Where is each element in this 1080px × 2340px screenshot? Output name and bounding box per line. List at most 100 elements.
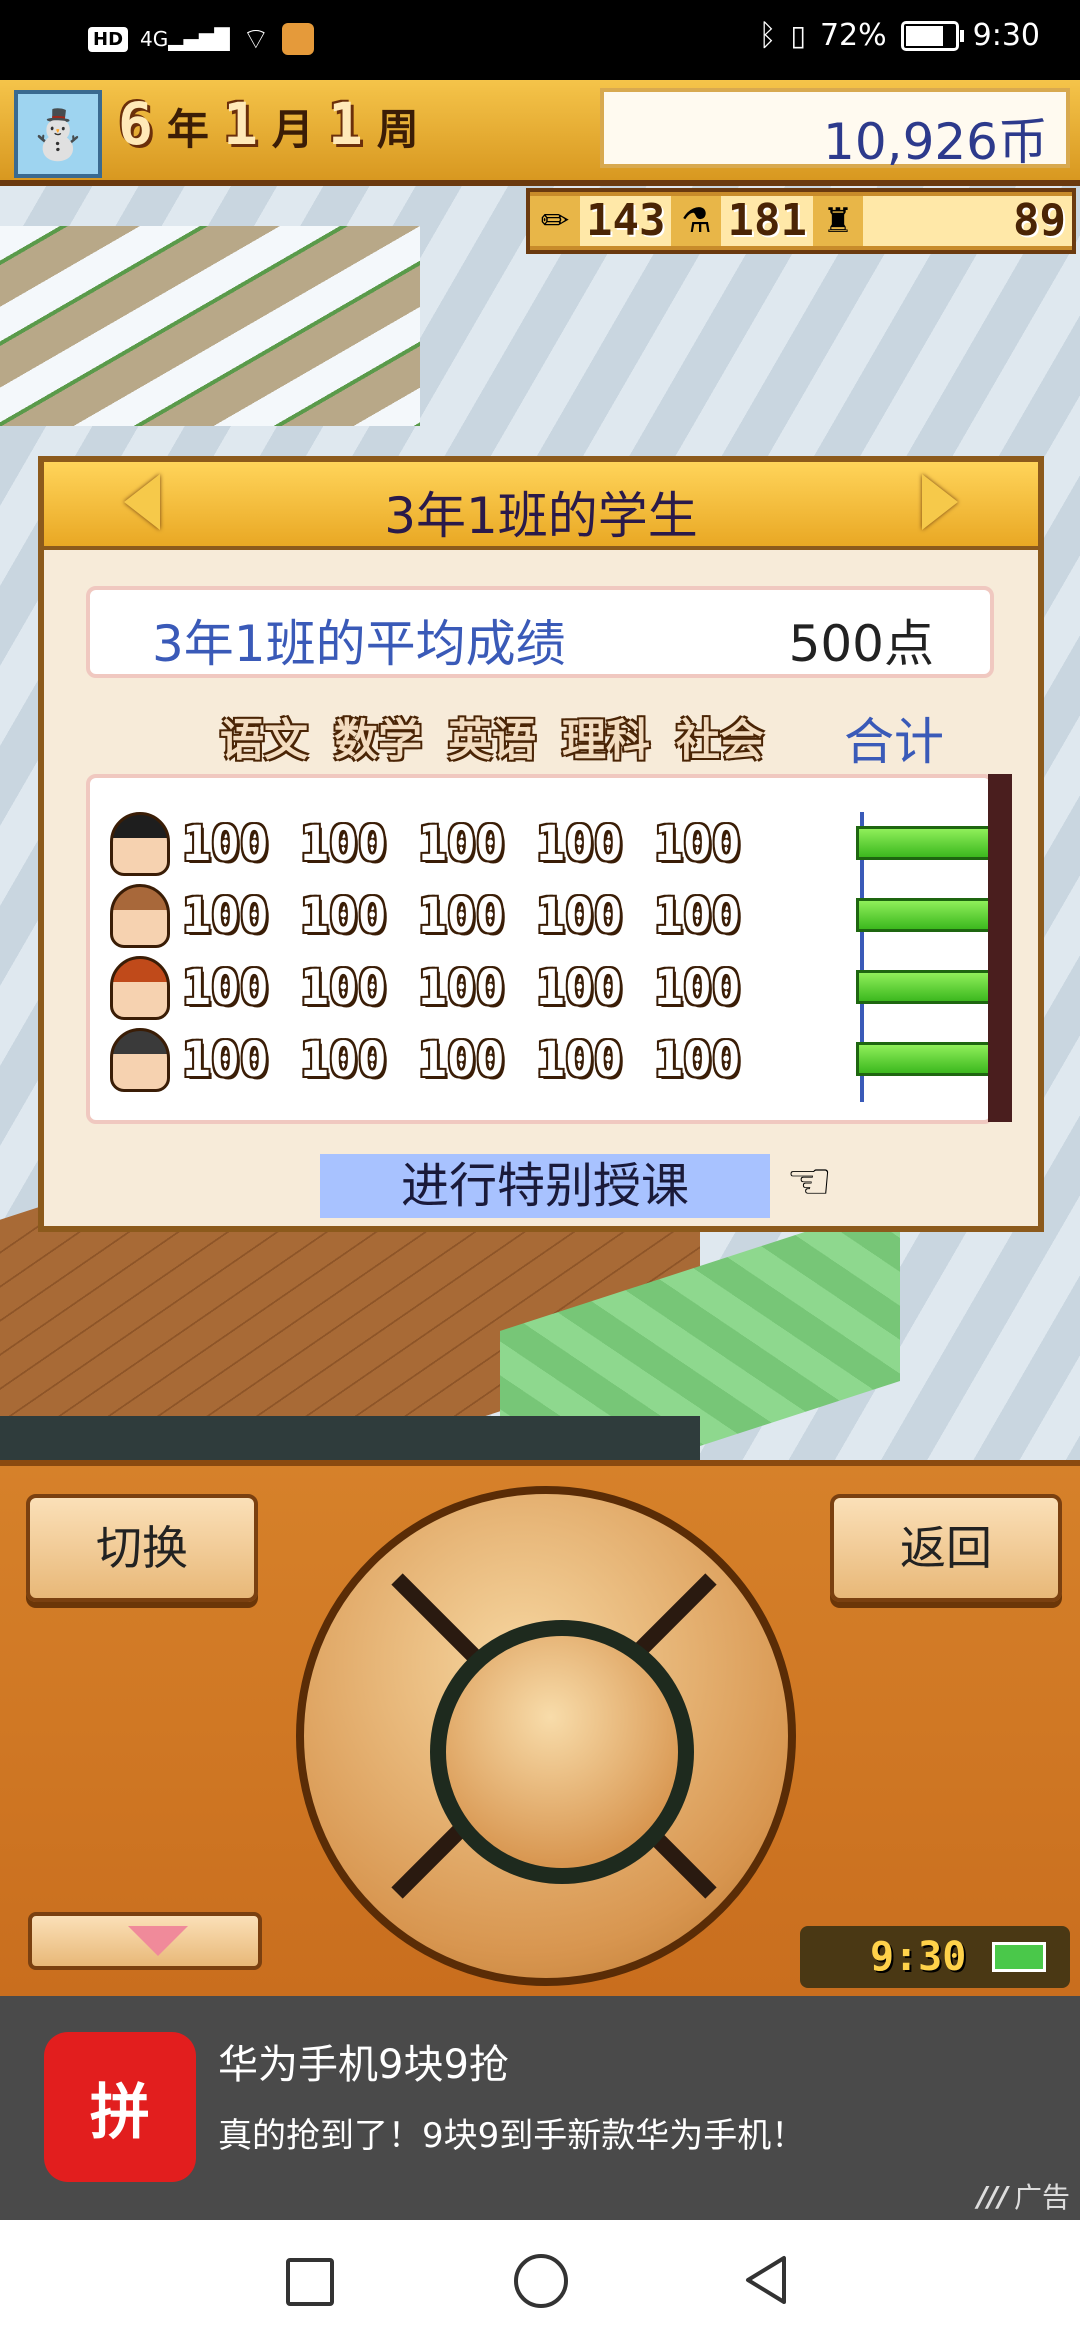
score-cell: 100 — [182, 888, 269, 944]
total-bar — [856, 970, 1006, 1004]
score-cell: 100 — [182, 960, 269, 1016]
snowman-icon: ⛄ — [14, 90, 102, 178]
map-road — [0, 226, 420, 426]
ad-description[interactable]: 真的抢到了！9块9到手新款华为手机！ — [218, 2108, 805, 2157]
game-date: 6 年 1 月 1 周 — [118, 90, 419, 158]
score-cell: 100 — [536, 960, 623, 1016]
pencil-icon: ✏ — [530, 196, 580, 246]
student-row[interactable]: 100 100 100 100 100 — [110, 952, 772, 1024]
score-cell: 100 — [300, 888, 387, 944]
student-row[interactable]: 100 100 100 100 100 — [110, 808, 772, 880]
dpad[interactable] — [296, 1486, 796, 1986]
student-row[interactable]: 100 100 100 100 100 — [110, 1024, 772, 1096]
student-row[interactable]: 100 100 100 100 100 — [110, 880, 772, 952]
score-cell: 100 — [418, 960, 505, 1016]
money-value: 10,926币 — [823, 113, 1048, 171]
date-year: 6 — [118, 90, 153, 158]
menu-down-button[interactable] — [28, 1912, 262, 1970]
subject-header: 数学 — [334, 715, 422, 766]
navigation-bar — [0, 2220, 1080, 2340]
class-students-dialog: 3年1班的学生 3年1班的平均成绩 500点 语文 数学 英语 理科 社会 合计… — [38, 456, 1044, 1232]
pointing-hand-icon: ☜ — [786, 1152, 833, 1212]
score-cell: 100 — [418, 1032, 505, 1088]
subject-header: 语文 — [220, 715, 308, 766]
game-controller: 切换 返回 9:30 — [0, 1460, 1080, 1996]
resource-bar: ✏ 143 ⚗ 181 ♜ 89 — [526, 188, 1076, 254]
hd-badge: HD — [88, 26, 129, 52]
ad-tag-label: 广告 — [1013, 2181, 1070, 2214]
subject-header: 理科 — [562, 715, 650, 766]
back-icon[interactable] — [742, 2254, 790, 2306]
total-bar-track — [856, 1042, 1006, 1076]
vibrate-icon: ▯ — [790, 19, 806, 52]
ad-title[interactable]: 华为手机9块9抢 — [218, 2032, 509, 2090]
app-notification-icon — [281, 23, 314, 55]
resource-value: 89 — [862, 196, 1072, 246]
student-score-list[interactable]: 100 100 100 100 100 100 100 100 100 100 … — [86, 774, 1006, 1124]
game-clock: 9:30 — [870, 1934, 967, 1980]
total-bar-track — [856, 826, 1006, 860]
dialog-title: 3年1班的学生 — [384, 487, 698, 545]
switch-button[interactable]: 切换 — [26, 1494, 258, 1602]
total-bar — [856, 1042, 1006, 1076]
score-cell: 100 — [654, 888, 741, 944]
map-wall — [0, 1416, 700, 1460]
total-bar-track — [856, 970, 1006, 1004]
battery-percent: 72% — [819, 18, 887, 53]
score-cell: 100 — [654, 960, 741, 1016]
student-avatar-icon — [110, 812, 170, 876]
wifi-icon: ⌔ — [241, 22, 270, 57]
total-bar — [856, 826, 1006, 860]
date-week-unit: 周 — [376, 105, 419, 154]
ad-banner[interactable]: 拼 华为手机9块9抢 真的抢到了！9块9到手新款华为手机！ /// 广告 — [0, 1996, 1080, 2220]
score-cell: 100 — [418, 816, 505, 872]
subject-headers: 语文 数学 英语 理科 社会 — [214, 704, 770, 768]
resource-value: 181 — [721, 196, 813, 246]
trophy-icon: ♜ — [812, 196, 863, 246]
subject-header: 英语 — [448, 715, 536, 766]
score-cell: 100 — [654, 816, 741, 872]
dialog-header: 3年1班的学生 — [44, 462, 1038, 550]
ad-tag: /// 广告 — [977, 2176, 1070, 2216]
score-cell: 100 — [536, 816, 623, 872]
chevron-down-icon — [128, 1926, 188, 1956]
battery-icon — [900, 20, 964, 51]
pinduoduo-logo-icon[interactable]: 拼 — [44, 2032, 196, 2182]
score-cell: 100 — [418, 888, 505, 944]
game-top-bar: ⛄ 6 年 1 月 1 周 10,926币 — [0, 80, 1080, 186]
dpad-center-button[interactable] — [430, 1620, 694, 1884]
score-cell: 100 — [654, 1032, 741, 1088]
score-cell: 100 — [300, 1032, 387, 1088]
status-left: HD 4G▂▄▆█ ⌔ — [88, 20, 314, 58]
list-scrollbar[interactable] — [988, 774, 1012, 1122]
home-icon[interactable] — [514, 2254, 568, 2308]
next-class-arrow-icon[interactable] — [922, 474, 958, 530]
score-cell: 100 — [182, 816, 269, 872]
special-lesson-button[interactable]: 进行特别授课 — [320, 1154, 770, 1218]
score-cell: 100 — [182, 1032, 269, 1088]
score-cell: 100 — [536, 888, 623, 944]
game-clock-box: 9:30 — [800, 1926, 1070, 1988]
status-bar: HD 4G▂▄▆█ ⌔ ᛒ ▯ 72% 9:30 — [0, 0, 1080, 80]
date-month: 1 — [222, 90, 258, 158]
total-header: 合计 — [844, 713, 944, 771]
total-bar-track — [856, 898, 1006, 932]
student-avatar-icon — [110, 1028, 170, 1092]
average-score-value: 500点 — [788, 615, 934, 673]
total-bar — [856, 898, 1006, 932]
subject-header: 社会 — [676, 715, 764, 766]
score-cell: 100 — [536, 1032, 623, 1088]
recent-apps-icon[interactable] — [286, 2258, 334, 2306]
flask-icon: ⚗ — [671, 196, 722, 246]
ad-logo-text: 拼 — [90, 2077, 150, 2148]
ad-network-icon: /// — [977, 2179, 1008, 2213]
student-avatar-icon — [110, 956, 170, 1020]
student-avatar-icon — [110, 884, 170, 948]
average-score-box: 3年1班的平均成绩 500点 — [86, 586, 994, 678]
date-year-unit: 年 — [166, 105, 209, 154]
bluetooth-icon: ᛒ — [758, 18, 777, 53]
date-week: 1 — [327, 90, 363, 158]
score-cell: 100 — [300, 816, 387, 872]
score-cell: 100 — [300, 960, 387, 1016]
back-button[interactable]: 返回 — [830, 1494, 1062, 1602]
